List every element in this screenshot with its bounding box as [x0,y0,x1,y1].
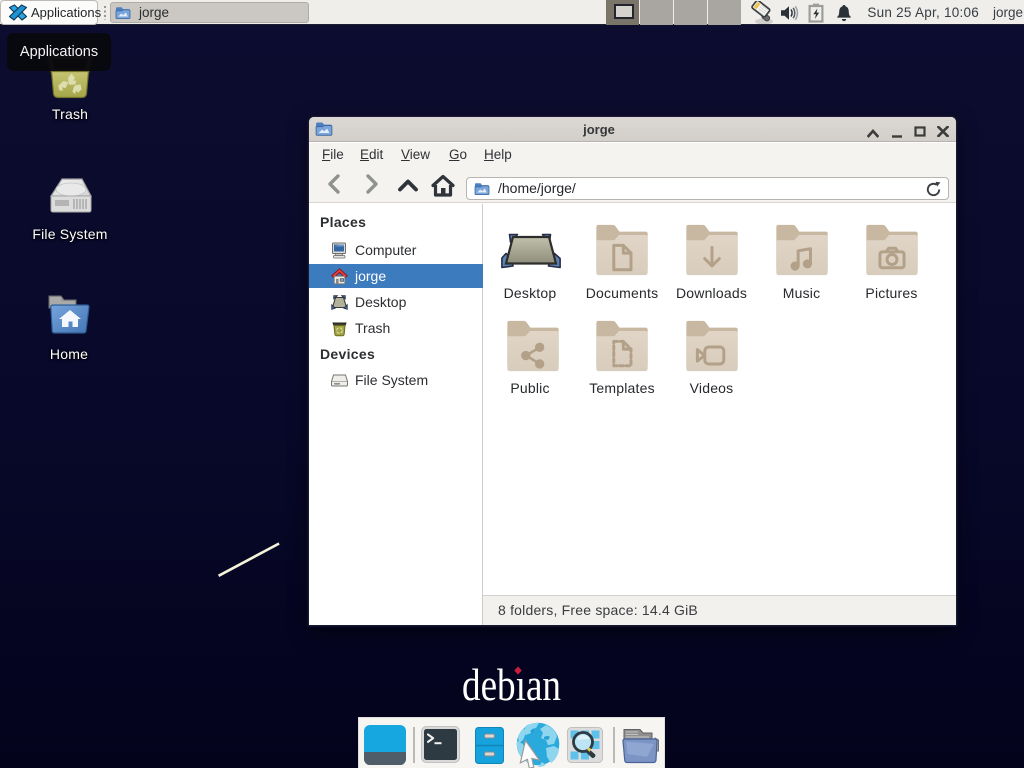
svg-text:debıan: debıan [462,659,561,710]
